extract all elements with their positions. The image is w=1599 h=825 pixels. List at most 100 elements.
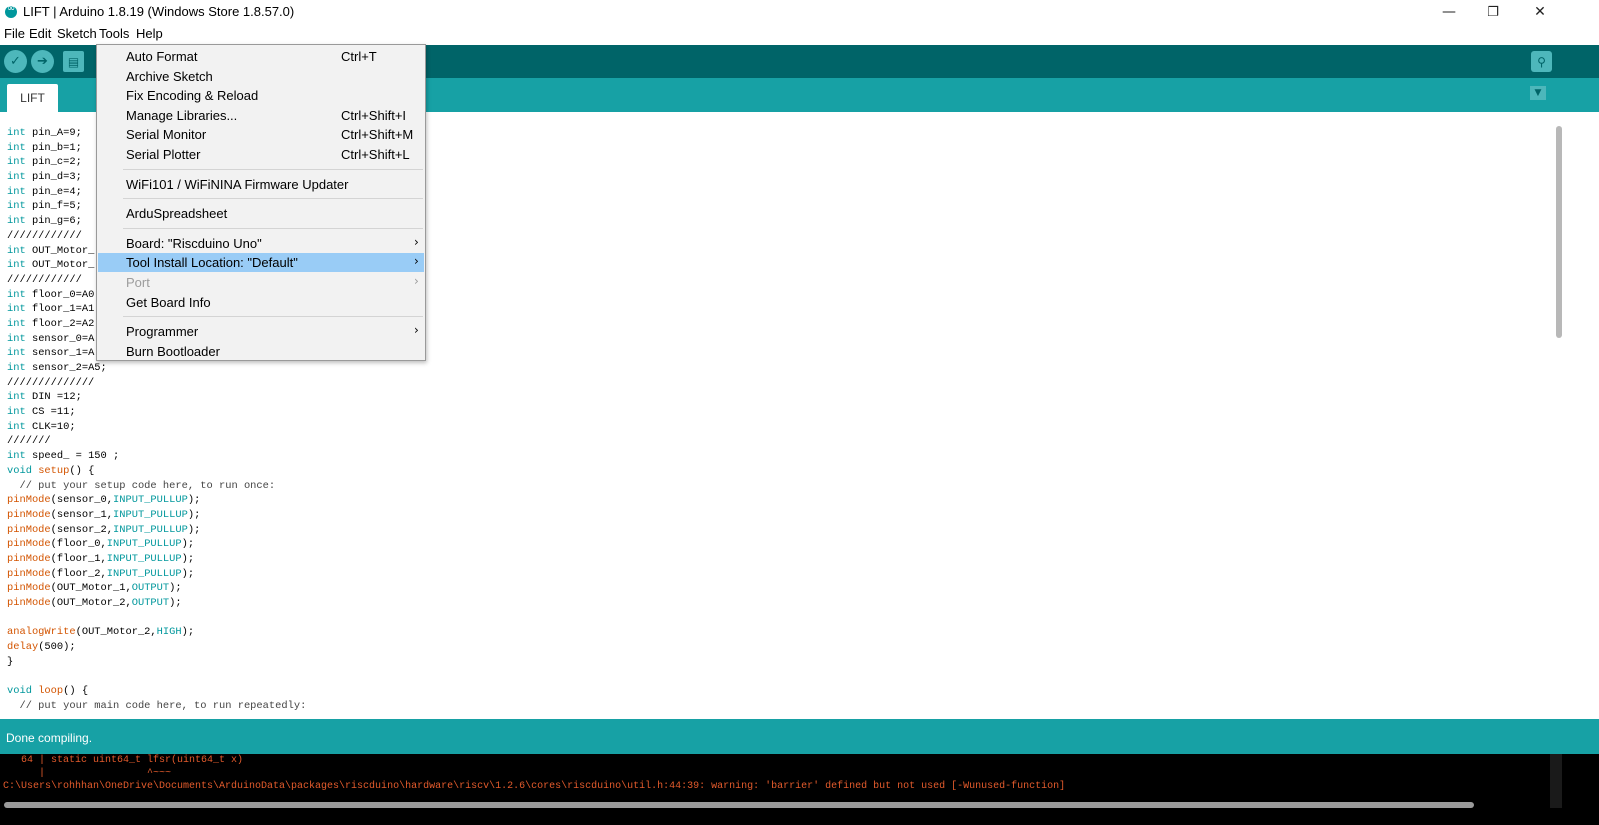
code-token: OUTPUT <box>131 582 170 595</box>
menu-item-label: ArduSpreadsheet <box>126 206 228 222</box>
code-token: loop <box>38 685 64 698</box>
code-token: /////// <box>7 435 51 448</box>
new-sketch-button[interactable]: ▤ <box>63 51 84 72</box>
code-token: void <box>7 685 39 698</box>
console-lines: 64 | static uint64_t lfsr(uint64_t x) | … <box>3 754 1065 793</box>
close-button[interactable]: ✕ <box>1517 0 1563 24</box>
code-token: OUTPUT <box>131 597 170 609</box>
code-line: analogWrite(OUT_Motor_2,HIGH); <box>7 625 306 640</box>
console-vertical-scrollbar[interactable] <box>1550 754 1562 808</box>
code-token: (floor_1, <box>50 552 107 565</box>
code-token: setup <box>38 464 70 477</box>
code-token: // put your setup code here, to run once… <box>7 479 276 492</box>
code-token: floor_0=A0 <box>31 288 95 301</box>
menu-separator <box>123 227 423 229</box>
menu-item-burn-bootloader[interactable]: Burn Bootloader <box>98 342 424 361</box>
code-token: () { <box>69 464 95 477</box>
code-token: int <box>7 141 32 154</box>
minimize-button[interactable]: — <box>1426 0 1472 24</box>
code-token: INPUT_PULLUP <box>106 552 182 565</box>
menu-item-programmer[interactable]: Programmer › <box>98 322 424 341</box>
menu-item-label: Auto Format <box>126 49 198 64</box>
code-token: int <box>7 362 32 374</box>
code-line: ////////////// <box>7 376 306 391</box>
code-token: int <box>7 450 32 463</box>
menu-item-board-riscduino-uno[interactable]: Board: "Riscduino Uno" › <box>98 234 424 253</box>
menu-item-tool-install-location-default[interactable]: Tool Install Location: "Default" › <box>98 253 424 273</box>
menu-sketch[interactable]: Sketch <box>55 26 99 41</box>
menu-item-label: Manage Libraries... <box>126 107 238 123</box>
menu-item-serial-plotter[interactable]: Serial Plotter Ctrl+Shift+L <box>98 145 424 164</box>
menu-item-label: Burn Bootloader <box>126 343 220 359</box>
code-token: INPUT_PULLUP <box>113 508 188 521</box>
maximize-button[interactable]: ❐ <box>1470 0 1516 24</box>
code-token: sensor_1=A <box>31 347 95 360</box>
code-line: pinMode(sensor_0,INPUT_PULLUP); <box>7 493 306 508</box>
code-line: pinMode(OUT_Motor_2,OUTPUT); <box>7 596 306 611</box>
editor-scrollbar[interactable] <box>1556 126 1562 338</box>
code-token: floor_2=A2 <box>31 317 95 330</box>
submenu-arrow-icon: › <box>414 323 419 338</box>
serial-monitor-button[interactable]: ⚲ <box>1531 51 1552 72</box>
menu-item-get-board-info[interactable]: Get Board Info <box>98 293 424 312</box>
code-line: int sensor_2=A5; <box>7 361 306 376</box>
code-token: speed_ = 150 ; <box>31 450 120 463</box>
menu-edit[interactable]: Edit <box>27 26 53 41</box>
code-token: pinMode <box>7 552 51 565</box>
code-line: pinMode(floor_1,INPUT_PULLUP); <box>7 552 306 567</box>
menu-item-shortcut: Ctrl+Shift+I <box>341 107 407 123</box>
code-token: pinMode <box>7 538 51 551</box>
arduino-ide-window: LIFT | Arduino 1.8.19 (Windows Store 1.8… <box>0 0 1599 825</box>
code-token: int <box>7 332 32 345</box>
code-token: CLK=10; <box>31 420 76 433</box>
menu-item-label: Tool Install Location: "Default" <box>126 255 298 271</box>
arduino-logo-icon <box>5 3 17 18</box>
code-token: (sensor_0, <box>50 494 114 507</box>
menu-item-archive-sketch[interactable]: Archive Sketch <box>98 67 424 86</box>
menu-item-auto-format[interactable]: Auto Format Ctrl+T <box>98 47 424 66</box>
menu-item-serial-monitor[interactable]: Serial Monitor Ctrl+Shift+M <box>98 125 424 144</box>
menu-item-manage-libraries[interactable]: Manage Libraries... Ctrl+Shift+I <box>98 106 424 125</box>
code-token: ); <box>181 626 195 639</box>
code-token: (sensor_1, <box>50 508 114 521</box>
code-token: } <box>7 655 14 668</box>
menu-item-fix-encoding-reload[interactable]: Fix Encoding & Reload <box>98 86 424 105</box>
upload-button[interactable]: ➔ <box>31 50 54 73</box>
menu-item-label: Serial Monitor <box>126 127 207 143</box>
code-line: pinMode(sensor_2,INPUT_PULLUP); <box>7 523 306 538</box>
code-token: // put your main code here, to run repea… <box>7 699 307 712</box>
code-token: int <box>7 185 32 198</box>
code-token: pinMode <box>7 523 51 536</box>
menu-item-label: Archive Sketch <box>126 68 213 84</box>
code-token: floor_1=A1 <box>31 303 95 316</box>
code-token: pin_d=3; <box>31 171 82 184</box>
menu-item-label: Get Board Info <box>126 294 211 310</box>
console-horizontal-scrollbar[interactable] <box>4 802 1474 808</box>
menu-file[interactable]: File <box>2 26 27 41</box>
code-line: } <box>7 655 306 670</box>
tools-dropdown-menu: Auto Format Ctrl+T Archive Sketch Fix Encod… <box>96 44 426 361</box>
code-token: sensor_2=A5; <box>31 362 107 374</box>
code-line: delay(500); <box>7 640 306 655</box>
menu-item-label: Programmer <box>126 324 199 340</box>
menu-item-wifi101-wifinina-firmware-updater[interactable]: WiFi101 / WiFiNINA Firmware Updater <box>98 175 424 194</box>
code-line: int CS =11; <box>7 405 306 420</box>
code-token: (floor_0, <box>50 538 107 551</box>
tab-lift[interactable]: LIFT <box>7 84 58 112</box>
code-token: (OUT_Motor_1, <box>50 582 132 595</box>
code-token: int <box>7 200 32 213</box>
code-token: int <box>7 171 32 184</box>
console-line: C:\Users\rohhhan\OneDrive\Documents\Ardu… <box>3 781 1066 792</box>
code-line: pinMode(sensor_1,INPUT_PULLUP); <box>7 508 306 523</box>
code-token: pin_A=9; <box>31 127 82 139</box>
menu-tools[interactable]: Tools <box>97 26 131 41</box>
code-token: ////////////// <box>7 376 95 389</box>
code-token: INPUT_PULLUP <box>106 567 182 580</box>
menu-help[interactable]: Help <box>134 26 165 41</box>
verify-button[interactable]: ✓ <box>4 50 27 73</box>
code-token: ); <box>169 582 182 595</box>
code-token: INPUT_PULLUP <box>113 523 188 536</box>
tab-menu-dropdown-icon[interactable]: ▼ <box>1530 86 1546 100</box>
code-token: OUT_Motor_ <box>31 259 95 272</box>
menu-item-arduspreadsheet[interactable]: ArduSpreadsheet <box>98 204 424 223</box>
